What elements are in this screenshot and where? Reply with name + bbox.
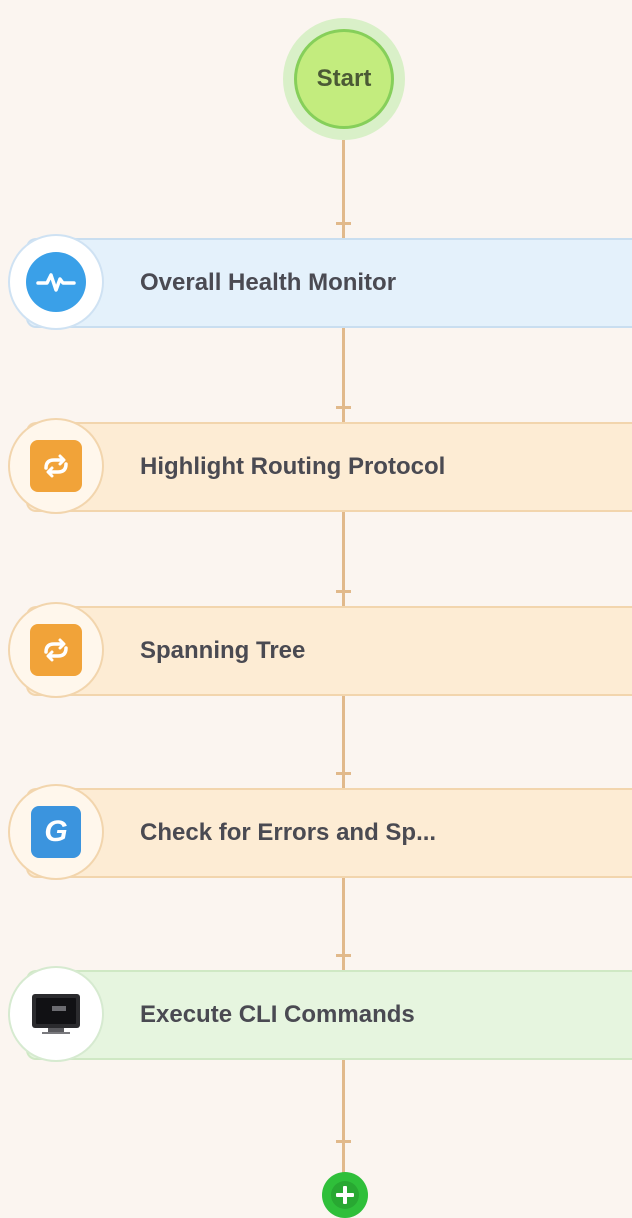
step-label: Overall Health Monitor <box>140 269 397 296</box>
step-label: Execute CLI Commands <box>140 1001 415 1028</box>
step-icon-ring: G <box>10 786 102 878</box>
step-icon-ring <box>10 236 102 328</box>
loop-icon <box>30 440 82 492</box>
step-label: Check for Errors and Sp... <box>140 819 437 846</box>
step-execute-cli-commands[interactable]: Execute CLI Commands <box>26 970 632 1060</box>
step-check-for-errors[interactable]: Check for Errors and Sp... <box>26 788 632 878</box>
step-icon-ring <box>10 604 102 696</box>
flow-canvas: Start Overall Health Monitor Highlight R… <box>0 0 632 1218</box>
loop-icon <box>30 624 82 676</box>
step-highlight-routing-protocol[interactable]: Highlight Routing Protocol <box>26 422 632 512</box>
cli-terminal-icon <box>28 990 84 1038</box>
connector-arrow <box>336 590 351 593</box>
health-monitor-icon <box>26 252 86 312</box>
start-node[interactable]: Start <box>283 18 405 140</box>
step-icon-ring <box>10 968 102 1060</box>
step-overall-health-monitor[interactable]: Overall Health Monitor <box>26 238 632 328</box>
connector-arrow <box>336 772 351 775</box>
add-step-button[interactable] <box>322 1172 368 1218</box>
connector-arrow <box>336 954 351 957</box>
step-label: Spanning Tree <box>140 637 306 664</box>
connector-arrow <box>336 222 351 225</box>
connector-arrow <box>336 406 351 409</box>
connector-arrow <box>336 1140 351 1143</box>
step-label: Highlight Routing Protocol <box>140 453 446 480</box>
g-icon: G <box>31 806 81 858</box>
step-spanning-tree[interactable]: Spanning Tree <box>26 606 632 696</box>
connector-line <box>342 1060 345 1174</box>
plus-icon <box>331 1181 359 1209</box>
step-icon-ring <box>10 420 102 512</box>
start-label: Start <box>294 29 394 129</box>
